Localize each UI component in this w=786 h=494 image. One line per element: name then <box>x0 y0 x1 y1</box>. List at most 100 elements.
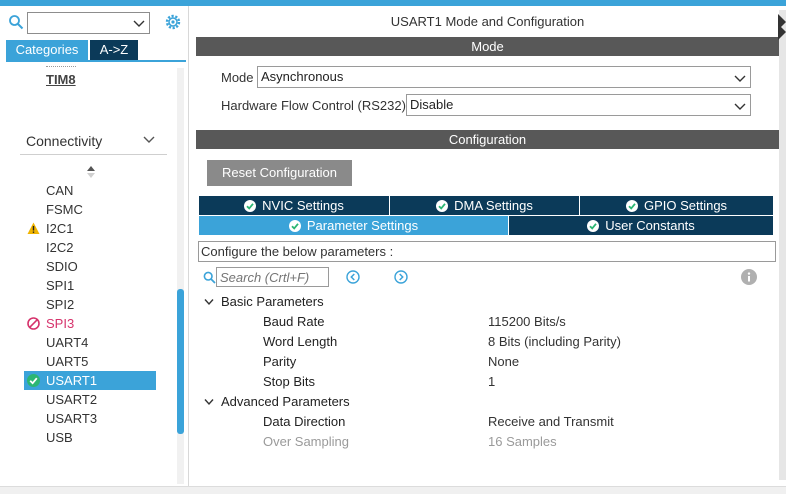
tab-nvic-settings[interactable]: NVIC Settings <box>199 196 389 215</box>
peripheral-item-uart5[interactable]: UART5 <box>24 352 156 371</box>
peripheral-label: SPI1 <box>46 278 75 293</box>
sort-arrows-icon[interactable] <box>86 165 96 179</box>
chevron-down-icon[interactable] <box>204 398 214 406</box>
tab-gpio-settings[interactable]: GPIO Settings <box>580 196 773 215</box>
chevron-down-icon[interactable] <box>133 17 145 29</box>
peripheral-item-fsmc[interactable]: FSMC <box>24 200 156 219</box>
chevron-down-icon[interactable] <box>734 72 746 84</box>
peripheral-label: USART3 <box>46 411 98 426</box>
peripheral-item-spi1[interactable]: SPI1 <box>24 276 156 295</box>
clipped-item-above <box>46 64 76 68</box>
timer-item-tim8[interactable]: TIM8 <box>46 72 76 87</box>
reset-configuration-button[interactable]: Reset Configuration <box>207 160 352 186</box>
left-scrollbar-thumb[interactable] <box>177 289 184 434</box>
tab-dma-settings[interactable]: DMA Settings <box>390 196 579 215</box>
mode-select[interactable]: Asynchronous <box>257 66 751 88</box>
param-value: 16 Samples <box>488 434 557 449</box>
check-circle-icon <box>27 374 40 387</box>
peripheral-item-spi3[interactable]: SPI3 <box>24 314 156 333</box>
tab-gpio-settings-label: GPIO Settings <box>643 198 728 213</box>
peripheral-label: USART2 <box>46 392 98 407</box>
param-name[interactable]: Baud Rate <box>263 314 324 329</box>
previous-result-icon[interactable] <box>346 270 360 284</box>
param-name[interactable]: Word Length <box>263 334 337 349</box>
search-icon <box>203 271 216 284</box>
category-divider <box>20 154 167 155</box>
tab-parameter-settings-label: Parameter Settings <box>306 218 419 233</box>
flow-control-select[interactable]: Disable <box>406 94 751 116</box>
group-basic-parameters-label: Basic Parameters <box>221 294 324 309</box>
forbidden-icon <box>27 317 40 330</box>
peripheral-label: I2C2 <box>46 240 74 255</box>
tab-a-to-z[interactable]: A->Z <box>90 40 138 60</box>
tab-nvic-settings-label: NVIC Settings <box>262 198 344 213</box>
check-circle-icon <box>288 220 301 232</box>
peripheral-label: CAN <box>46 183 74 198</box>
left-panel: Categories A->Z TIM8 Connectivity CAN FSM… <box>0 6 189 486</box>
tab-categories[interactable]: Categories <box>6 40 88 60</box>
check-circle-icon <box>436 200 449 212</box>
tabs-underline <box>6 60 186 62</box>
param-name[interactable]: Parity <box>263 354 296 369</box>
group-basic-parameters[interactable]: Basic Parameters <box>204 294 324 309</box>
peripheral-item-can[interactable]: CAN <box>24 181 156 200</box>
category-connectivity[interactable]: Connectivity <box>26 133 102 149</box>
parameter-search-input[interactable] <box>216 267 329 287</box>
param-value[interactable]: 1 <box>488 374 495 389</box>
check-circle-icon <box>625 200 638 212</box>
peripheral-search-combobox[interactable] <box>27 12 150 34</box>
chevron-down-icon[interactable] <box>734 100 746 112</box>
configuration-section-header[interactable]: Configuration <box>196 130 779 149</box>
flow-control-label: Hardware Flow Control (RS232) <box>221 98 406 113</box>
bottom-status-strip <box>0 486 786 494</box>
param-value[interactable]: 115200 Bits/s <box>488 314 566 329</box>
next-result-icon[interactable] <box>394 270 408 284</box>
mode-section-header[interactable]: Mode <box>196 37 779 56</box>
param-value[interactable]: Receive and Transmit <box>488 414 614 429</box>
group-advanced-parameters-label: Advanced Parameters <box>221 394 350 409</box>
param-name: Over Sampling <box>263 434 349 449</box>
peripheral-item-spi2[interactable]: SPI2 <box>24 295 156 314</box>
param-name[interactable]: Data Direction <box>263 414 345 429</box>
configure-instructions: Configure the below parameters : <box>198 241 776 262</box>
collapse-arrow-icon[interactable] <box>778 24 786 40</box>
peripheral-item-sdio[interactable]: SDIO <box>24 257 156 276</box>
page-title: USART1 Mode and Configuration <box>390 14 585 29</box>
warning-icon <box>27 222 40 234</box>
peripheral-label: I2C1 <box>46 221 74 236</box>
peripheral-item-i2c2[interactable]: I2C2 <box>24 238 156 257</box>
peripheral-label: USART1 <box>46 373 98 388</box>
peripheral-label: SPI3 <box>46 316 75 331</box>
gear-icon[interactable] <box>163 12 183 32</box>
param-value[interactable]: None <box>488 354 519 369</box>
tab-dma-settings-label: DMA Settings <box>454 198 533 213</box>
peripheral-item-usb[interactable]: USB <box>24 428 156 447</box>
flow-control-select-value: Disable <box>410 97 454 112</box>
tab-user-constants[interactable]: User Constants <box>509 216 773 235</box>
check-circle-icon <box>244 200 257 212</box>
chevron-down-icon[interactable] <box>143 135 155 145</box>
peripheral-item-usart3[interactable]: USART3 <box>24 409 156 428</box>
peripheral-list: CAN FSMC I2C1 I2C2 SDIO SPI1 SPI2 SPI3 UART4 UART… <box>24 181 156 447</box>
peripheral-label: FSMC <box>46 202 83 217</box>
configuration-panel: USART1 Mode and Configuration Mode Mode … <box>196 6 779 478</box>
view-tabs: Categories A->Z <box>6 40 138 60</box>
tab-parameter-settings[interactable]: Parameter Settings <box>199 216 508 235</box>
chevron-down-icon[interactable] <box>204 298 214 306</box>
group-advanced-parameters[interactable]: Advanced Parameters <box>204 394 350 409</box>
check-circle-icon <box>587 220 600 232</box>
peripheral-label: UART4 <box>46 335 89 350</box>
param-value[interactable]: 8 Bits (including Parity) <box>488 334 621 349</box>
right-edge-scrollbar[interactable] <box>779 10 786 480</box>
peripheral-item-i2c1[interactable]: I2C1 <box>24 219 156 238</box>
peripheral-label: USB <box>46 430 73 445</box>
peripheral-item-uart4[interactable]: UART4 <box>24 333 156 352</box>
peripheral-item-usart2[interactable]: USART2 <box>24 390 156 409</box>
param-name[interactable]: Stop Bits <box>263 374 315 389</box>
peripheral-label: UART5 <box>46 354 89 369</box>
peripheral-label: SPI2 <box>46 297 75 312</box>
peripheral-item-usart1[interactable]: USART1 <box>24 371 156 390</box>
search-icon[interactable] <box>8 14 24 30</box>
mode-select-value: Asynchronous <box>261 69 344 84</box>
info-icon[interactable] <box>741 269 757 285</box>
